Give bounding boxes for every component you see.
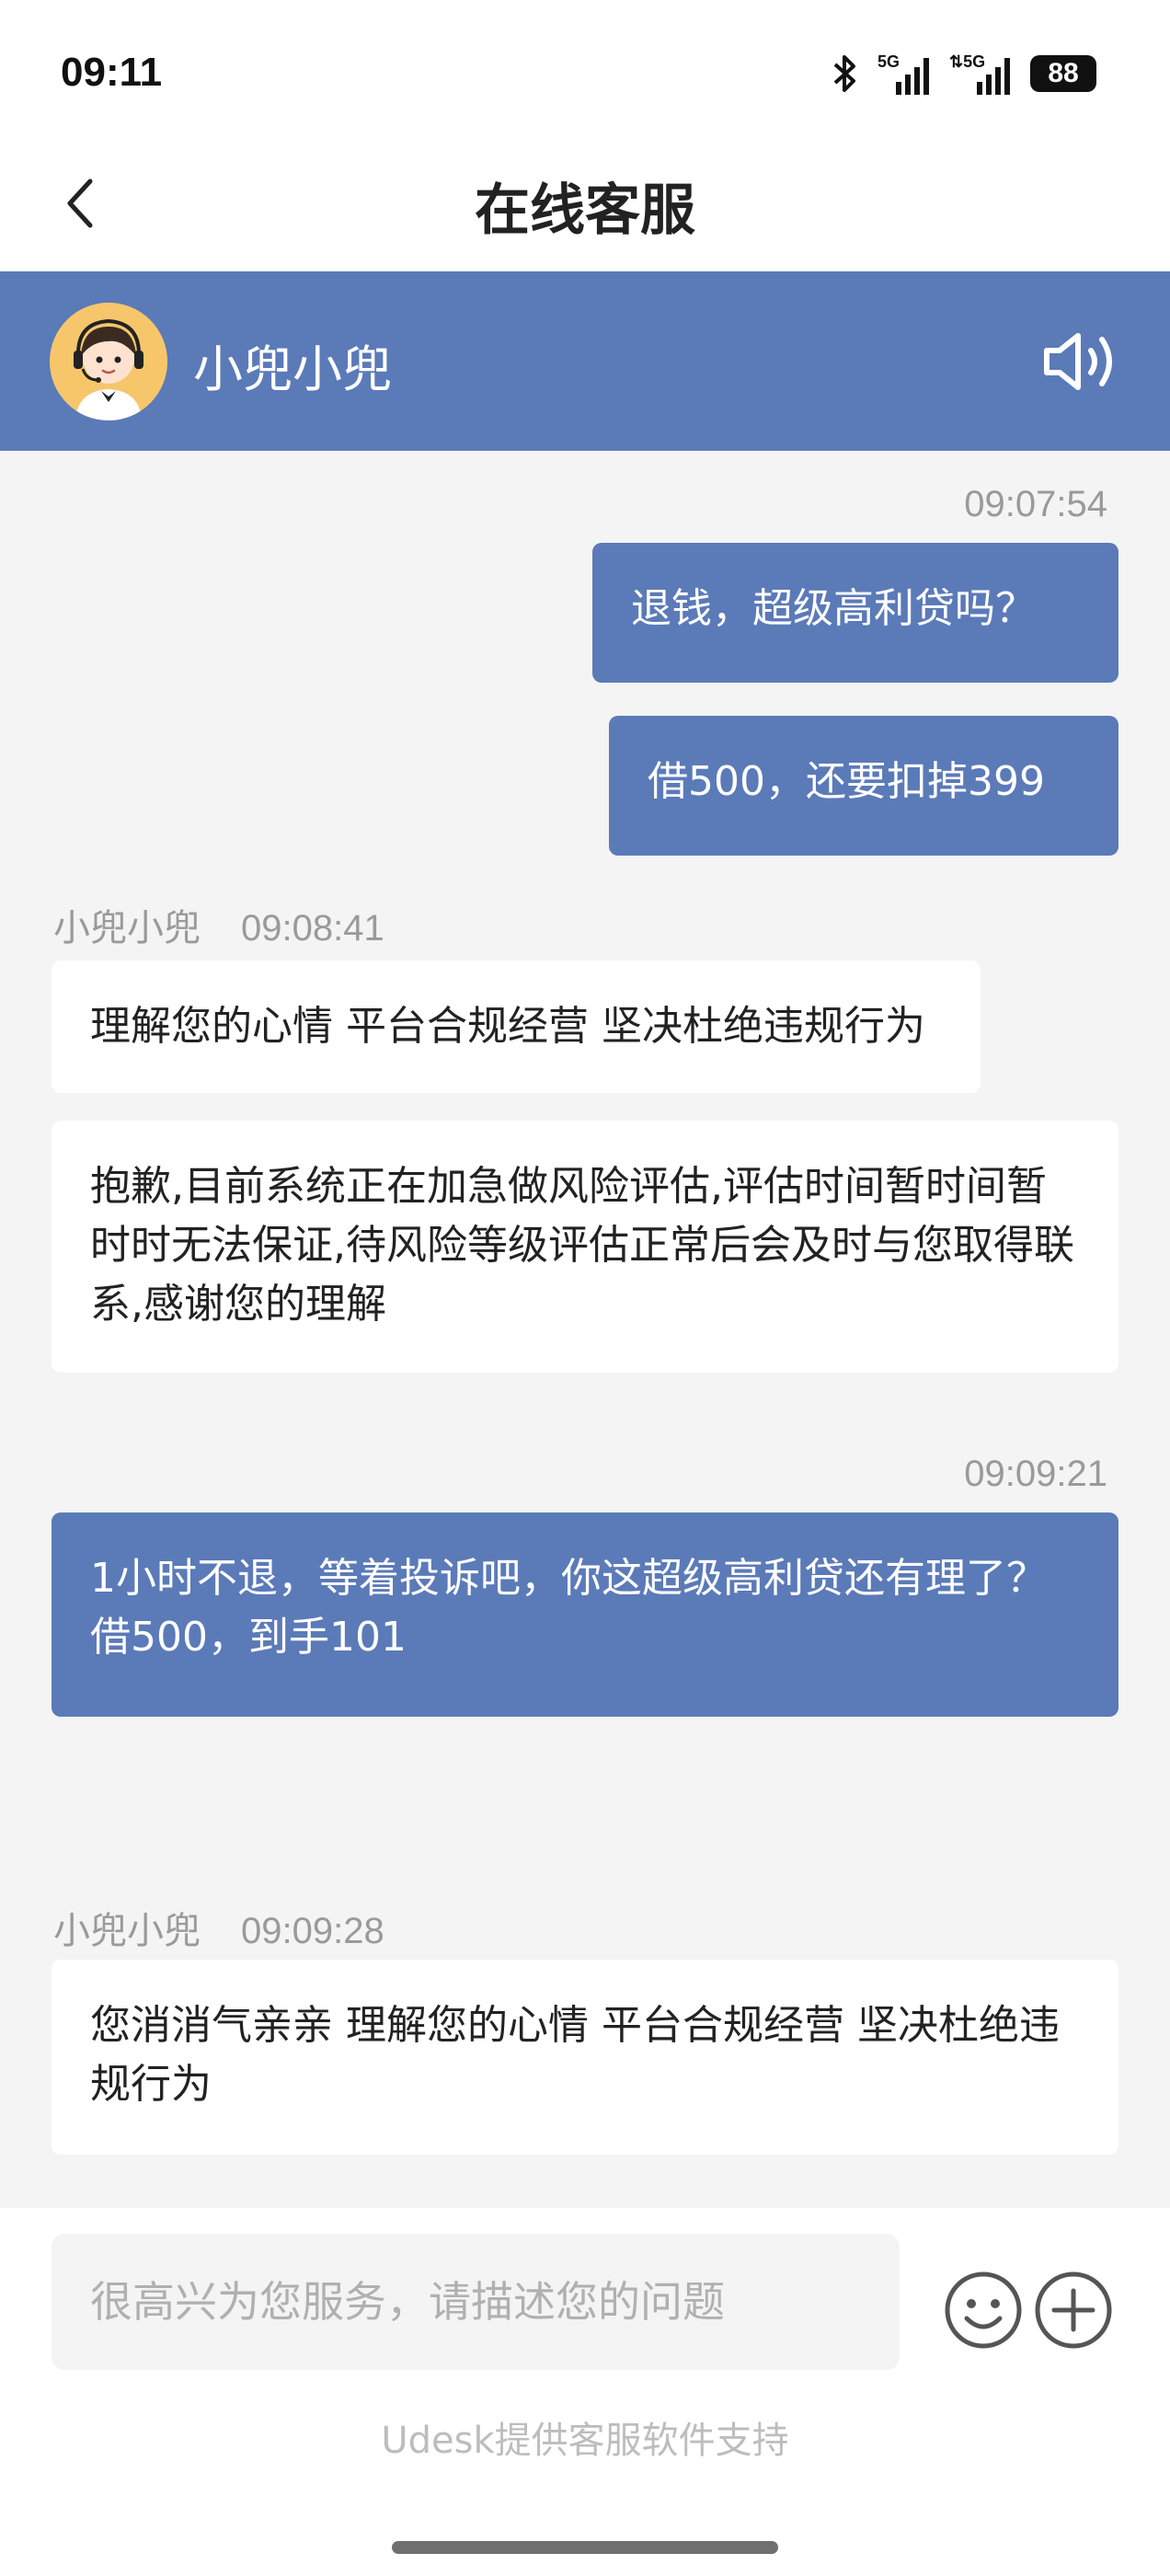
message-timestamp: 09:07:54 bbox=[964, 484, 1107, 524]
avatar bbox=[50, 303, 167, 420]
svg-text:5G: 5G bbox=[878, 52, 900, 71]
message-bubble-incoming[interactable]: 抱歉,目前系统正在加急做风险评估,评估时间暂时间暂时时无法保证,待风险等级评估正… bbox=[52, 1121, 1118, 1373]
message-text: 您消消气亲亲 理解您的心情 平台合规经营 坚决杜绝违规行为 bbox=[90, 2002, 1060, 2108]
message-meta: 小兜小兜 09:09:28 bbox=[53, 1901, 384, 1954]
page-title: 在线客服 bbox=[475, 178, 695, 243]
message-timestamp: 09:08:41 bbox=[241, 908, 384, 949]
customer-service-avatar bbox=[50, 303, 167, 420]
message-meta: 小兜小兜 09:08:41 bbox=[53, 898, 384, 951]
message-bubble-incoming[interactable]: 理解您的心情 平台合规经营 坚决杜绝违规行为 bbox=[52, 960, 981, 1093]
message-bubble-outgoing[interactable]: 借500，还要扣掉399 bbox=[609, 716, 1118, 856]
plus-icon bbox=[1035, 2271, 1112, 2349]
message-timestamp: 09:09:21 bbox=[964, 1454, 1107, 1494]
input-bar: Udesk提供客服软件支持 bbox=[0, 2208, 1170, 2576]
message-bubble-outgoing[interactable]: 1小时不退，等着投诉吧，你这超级高利贷还有理了？借500，到手101 bbox=[52, 1512, 1118, 1717]
nav-bar: 在线客服 bbox=[0, 138, 1170, 271]
message-input[interactable] bbox=[52, 2234, 900, 2370]
status-bar: 09:11 5G ⇅5G 88 bbox=[0, 0, 1170, 138]
message-timestamp: 09:09:28 bbox=[241, 1911, 384, 1951]
status-icons: 5G ⇅5G 88 bbox=[830, 48, 1096, 99]
status-time: 09:11 bbox=[61, 50, 163, 95]
signal-5g-icon: 5G bbox=[878, 52, 929, 95]
message-bubble-incoming[interactable]: 您消消气亲亲 理解您的心情 平台合规经营 坚决杜绝违规行为 bbox=[52, 1960, 1118, 2155]
battery-icon: 88 bbox=[1030, 55, 1096, 92]
battery-level: 88 bbox=[1048, 58, 1079, 88]
svg-text:⇅5G: ⇅5G bbox=[949, 52, 985, 71]
speaker-button[interactable] bbox=[1041, 325, 1118, 398]
home-indicator[interactable] bbox=[392, 2541, 778, 2554]
message-text: 退钱，超级高利贷吗？ bbox=[631, 585, 1036, 632]
plus-button[interactable] bbox=[1032, 2269, 1115, 2352]
agent-name: 小兜小兜 bbox=[193, 340, 392, 398]
message-bubble-outgoing[interactable]: 退钱，超级高利贷吗？ bbox=[592, 543, 1118, 683]
emoji-icon bbox=[945, 2271, 1022, 2349]
message-text: 抱歉,目前系统正在加急做风险评估,评估时间暂时间暂时时无法保证,待风险等级评估正… bbox=[90, 1163, 1074, 1328]
message-text: 1小时不退，等着投诉吧，你这超级高利贷还有理了？借500，到手101 bbox=[90, 1555, 1047, 1661]
message-text: 理解您的心情 平台合规经营 坚决杜绝违规行为 bbox=[90, 1003, 925, 1050]
message-text: 借500，还要扣掉399 bbox=[648, 758, 1045, 805]
speaker-icon bbox=[1044, 333, 1112, 390]
emoji-button[interactable] bbox=[942, 2269, 1025, 2352]
sender-name: 小兜小兜 bbox=[53, 907, 201, 949]
signal-5g-icon: ⇅5G bbox=[949, 52, 1010, 95]
chat-area[interactable]: 09:07:54 退钱，超级高利贷吗？ 借500，还要扣掉399 小兜小兜 09:… bbox=[0, 451, 1170, 2208]
bluetooth-icon bbox=[833, 55, 855, 92]
sender-name: 小兜小兜 bbox=[53, 1910, 201, 1952]
agent-header: 小兜小兜 bbox=[0, 271, 1170, 451]
footer-note: Udesk提供客服软件支持 bbox=[381, 2420, 789, 2462]
